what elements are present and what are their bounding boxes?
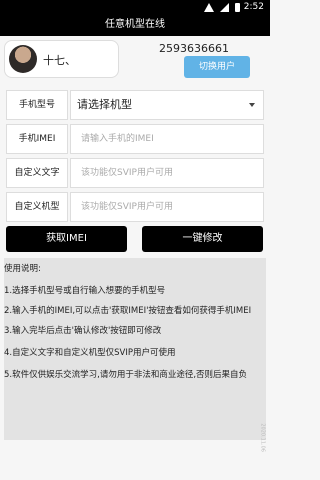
- imei-input[interactable]: 请输入手机的IMEI: [70, 124, 264, 154]
- usage-line-3: 3.输入完毕后点击'确认修改'按钮即可修改: [4, 326, 162, 336]
- one-click-modify-button[interactable]: 一键修改: [142, 226, 263, 252]
- model-row: 手机型号 请选择机型: [6, 90, 264, 120]
- usage-title: 使用说明:: [4, 264, 41, 274]
- account-card: 2593636661 切换用户: [122, 40, 266, 80]
- custom-model-placeholder: 该功能仅SVIP用户可用: [81, 202, 173, 212]
- wifi-icon: [204, 3, 215, 12]
- status-icons: [201, 3, 240, 13]
- model-select-value: 请选择机型: [77, 98, 132, 111]
- imei-placeholder: 请输入手机的IMEI: [81, 134, 154, 144]
- custom-model-label: 自定义机型: [6, 192, 68, 222]
- model-select[interactable]: 请选择机型: [70, 90, 264, 120]
- avatar: [9, 45, 37, 73]
- account-number: 2593636661: [159, 42, 229, 55]
- app-title: 任意机型在线: [105, 19, 165, 30]
- battery-icon: [235, 3, 240, 12]
- custom-text-input[interactable]: 该功能仅SVIP用户可用: [70, 158, 264, 188]
- custom-text-placeholder: 该功能仅SVIP用户可用: [81, 168, 173, 178]
- usage-line-1: 1.选择手机型号或自行输入想要的手机型号: [4, 286, 166, 296]
- custom-model-row: 自定义机型 该功能仅SVIP用户可用: [6, 192, 264, 222]
- imei-row: 手机IMEI 请输入手机的IMEI: [6, 124, 264, 154]
- switch-user-button[interactable]: 切换用户: [184, 56, 250, 78]
- usage-instructions[interactable]: 使用说明: 1.选择手机型号或自行输入想要的手机型号 2.输入手机的IMEI,可…: [4, 258, 266, 440]
- get-imei-button[interactable]: 获取IMEI: [6, 226, 127, 252]
- custom-text-row: 自定义文字 该功能仅SVIP用户可用: [6, 158, 264, 188]
- dropdown-caret-icon: [249, 103, 255, 107]
- usage-line-5: 5.软件仅供娱乐交流学习,请勿用于非法和商业途径,否则后果自负: [4, 370, 248, 380]
- status-bar: 2:52: [0, 0, 270, 16]
- username: 十七、: [43, 54, 76, 67]
- watermark: 2020.11.06: [260, 423, 266, 452]
- user-card[interactable]: 十七、: [4, 40, 119, 78]
- app-bar: 任意机型在线: [0, 16, 270, 36]
- status-time: 2:52: [243, 2, 264, 12]
- model-label: 手机型号: [6, 90, 68, 120]
- custom-model-input[interactable]: 该功能仅SVIP用户可用: [70, 192, 264, 222]
- custom-text-label: 自定义文字: [6, 158, 68, 188]
- signal-icon: [220, 3, 230, 12]
- usage-line-4: 4.自定义文字和自定义机型仅SVIP用户可使用: [4, 348, 176, 358]
- settings-form: 手机型号 请选择机型 手机IMEI 请输入手机的IMEI 自定义文字 该功能仅S…: [6, 90, 264, 226]
- imei-label: 手机IMEI: [6, 124, 68, 154]
- usage-line-2: 2.输入手机的IMEI,可以点击'获取IMEI'按钮查看如何获得手机IMEI: [4, 306, 252, 316]
